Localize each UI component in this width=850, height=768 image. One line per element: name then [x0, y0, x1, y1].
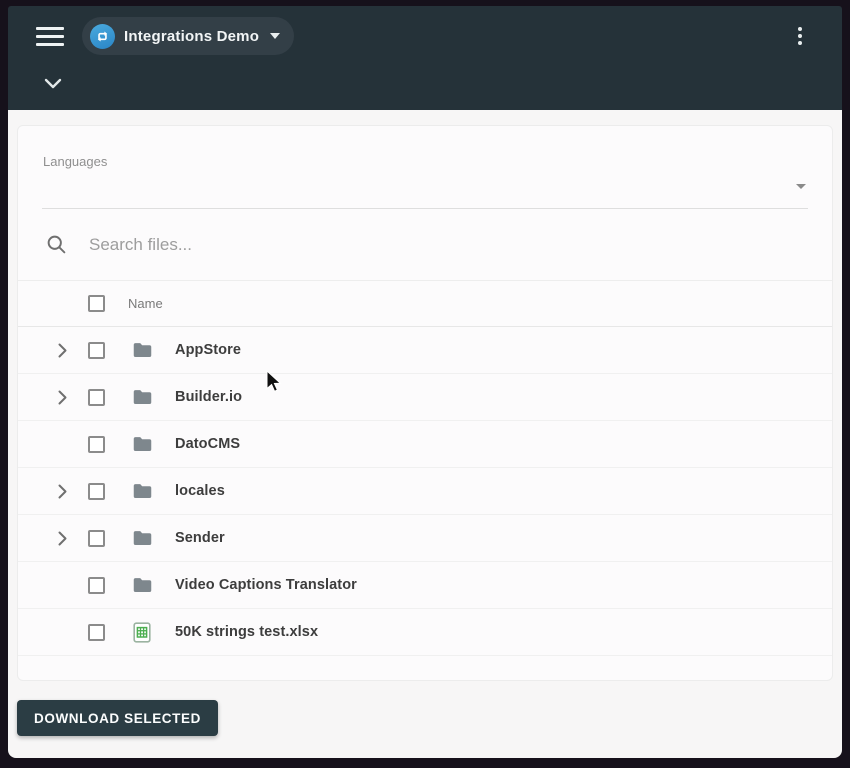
table-row[interactable]: DatoCMS	[18, 421, 832, 468]
file-name: Sender	[175, 530, 225, 546]
table-header-row: Name	[18, 281, 832, 327]
download-selected-button[interactable]: DOWNLOAD SELECTED	[17, 700, 218, 736]
page-body: Languages Name	[8, 110, 842, 758]
hamburger-menu-icon[interactable]	[36, 27, 64, 46]
table-row[interactable]: Sender	[18, 515, 832, 562]
chevron-right-icon[interactable]	[58, 484, 67, 499]
project-selector[interactable]: Integrations Demo	[82, 17, 294, 55]
file-list: AppStore Builder.io	[18, 327, 832, 656]
chevron-right-icon[interactable]	[58, 343, 67, 358]
chevron-right-icon[interactable]	[58, 390, 67, 405]
languages-label: Languages	[43, 154, 107, 169]
folder-icon	[132, 529, 153, 547]
search-bar	[18, 209, 832, 281]
row-checkbox[interactable]	[88, 436, 105, 453]
file-name: 50K strings test.xlsx	[175, 624, 318, 640]
select-caret-icon	[796, 184, 806, 189]
search-input[interactable]	[89, 235, 808, 255]
file-name: Builder.io	[175, 389, 242, 405]
table-row[interactable]: AppStore	[18, 327, 832, 374]
file-browser-card: Languages Name	[17, 125, 833, 681]
row-checkbox[interactable]	[88, 624, 105, 641]
table-row[interactable]: locales	[18, 468, 832, 515]
row-checkbox[interactable]	[88, 342, 105, 359]
row-checkbox[interactable]	[88, 577, 105, 594]
table-row[interactable]: Builder.io	[18, 374, 832, 421]
app-window: Integrations Demo Languages	[0, 0, 850, 768]
row-checkbox[interactable]	[88, 530, 105, 547]
sync-arrows-icon	[90, 24, 115, 49]
spreadsheet-file-icon	[133, 622, 151, 643]
select-all-checkbox[interactable]	[88, 295, 105, 312]
chevron-right-icon[interactable]	[58, 531, 67, 546]
row-checkbox[interactable]	[88, 483, 105, 500]
search-icon	[46, 234, 67, 255]
table-row[interactable]: 50K strings test.xlsx	[18, 609, 832, 656]
row-checkbox[interactable]	[88, 389, 105, 406]
table-row[interactable]: Video Captions Translator	[18, 562, 832, 609]
file-name: Video Captions Translator	[175, 577, 357, 593]
caret-down-icon	[270, 33, 280, 39]
folder-icon	[132, 435, 153, 453]
file-name: AppStore	[175, 342, 241, 358]
project-title: Integrations Demo	[124, 28, 259, 45]
file-name: locales	[175, 483, 225, 499]
name-column-header: Name	[128, 296, 163, 311]
folder-icon	[132, 482, 153, 500]
folder-icon	[132, 388, 153, 406]
vertical-dots-menu-icon[interactable]	[792, 21, 808, 51]
top-app-bar: Integrations Demo	[8, 6, 842, 110]
folder-icon	[132, 576, 153, 594]
file-name: DatoCMS	[175, 436, 240, 452]
languages-select[interactable]: Languages	[42, 126, 808, 209]
folder-icon	[132, 341, 153, 359]
chevron-down-icon[interactable]	[44, 78, 62, 89]
